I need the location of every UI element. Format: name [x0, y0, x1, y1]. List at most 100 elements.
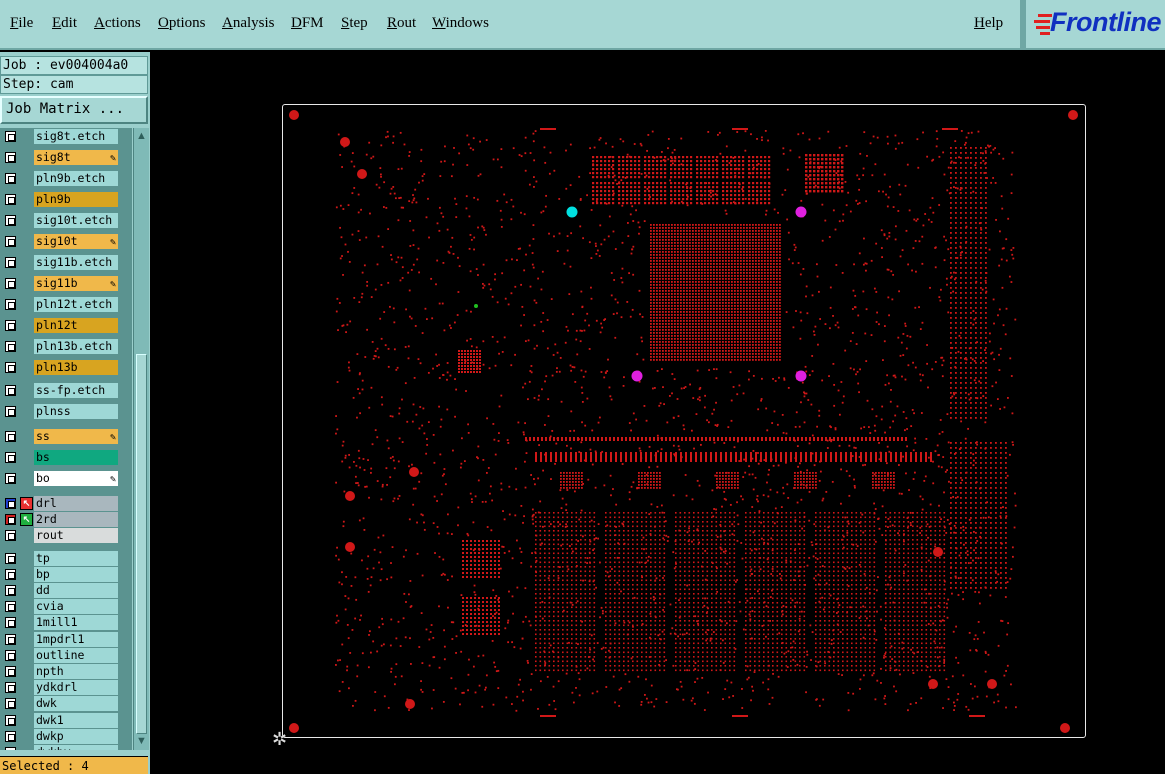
layer-checkbox[interactable]: [5, 452, 16, 463]
layer-row-pln9b[interactable]: pln9b: [0, 192, 132, 207]
layer-name[interactable]: ss-fp.etch: [34, 383, 118, 398]
layer-checkbox[interactable]: [5, 473, 16, 484]
layer-row-cvia[interactable]: cvia: [0, 599, 132, 615]
layer-checkbox[interactable]: [5, 747, 16, 750]
layer-checkbox[interactable]: [5, 152, 16, 163]
menu-analysis[interactable]: Analysis: [222, 15, 275, 32]
scroll-down-icon[interactable]: ▼: [135, 735, 148, 748]
layer-row-dd[interactable]: dd: [0, 583, 132, 598]
layer-row-plnss[interactable]: plnss: [0, 404, 132, 419]
layer-name[interactable]: npth: [34, 664, 118, 679]
layer-checkbox[interactable]: [5, 666, 16, 677]
drill-cursor-icon[interactable]: ↖: [20, 513, 33, 527]
layer-checkbox[interactable]: [5, 257, 16, 268]
menu-dfm[interactable]: DFM: [291, 15, 324, 32]
layer-name[interactable]: pln13b: [34, 360, 118, 375]
layer-checkbox[interactable]: [5, 617, 16, 629]
layer-row-2rd[interactable]: ↖ 2rd: [0, 512, 132, 528]
layer-row-rout[interactable]: rout: [0, 528, 132, 544]
layer-name[interactable]: sig8t ✎: [34, 150, 118, 165]
layer-row-pln13b[interactable]: pln13b: [0, 360, 132, 375]
layer-checkbox[interactable]: [5, 730, 16, 742]
layer-name[interactable]: pln9b.etch: [34, 171, 118, 186]
layer-checkbox[interactable]: [5, 682, 16, 694]
layer-scrollbar[interactable]: ▲ ▼: [133, 128, 149, 750]
layer-checkbox[interactable]: [5, 362, 16, 373]
layer-checkbox[interactable]: [5, 299, 16, 310]
layer-name[interactable]: pln12t.etch: [34, 297, 118, 312]
graphic-canvas[interactable]: ✲: [150, 52, 1165, 774]
menu-step[interactable]: Step: [341, 15, 368, 32]
layer-checkbox[interactable]: [5, 601, 16, 613]
layer-name[interactable]: dd: [34, 583, 118, 598]
menu-file[interactable]: File: [10, 15, 33, 32]
layer-row-dwkby[interactable]: dwkby: [0, 745, 132, 750]
layer-checkbox[interactable]: [5, 406, 16, 417]
layer-checkbox[interactable]: [5, 131, 16, 142]
layer-checkbox[interactable]: [5, 385, 16, 396]
layer-checkbox[interactable]: [5, 530, 16, 542]
layer-name[interactable]: outline: [34, 647, 118, 663]
layer-name[interactable]: 2rd: [34, 512, 118, 528]
layer-row-dwk1[interactable]: dwk1: [0, 712, 132, 728]
layer-name[interactable]: pln9b: [34, 192, 118, 207]
layer-name[interactable]: sig10t ✎: [34, 234, 118, 249]
layer-checkbox[interactable]: [5, 278, 16, 289]
pcb-board-view[interactable]: [150, 52, 1165, 774]
layer-row-ss[interactable]: ss ✎: [0, 429, 132, 444]
layer-checkbox[interactable]: [5, 498, 16, 509]
layer-checkbox[interactable]: [5, 194, 16, 205]
layer-row-1mpdrl1[interactable]: 1mpdrl1: [0, 631, 132, 647]
drill-cursor-icon[interactable]: ↖: [20, 497, 33, 510]
menu-actions[interactable]: Actions: [94, 15, 141, 32]
layer-name[interactable]: 1mill1: [34, 615, 118, 631]
layer-row-dwkp[interactable]: dwkp: [0, 728, 132, 744]
layer-name[interactable]: 1mpdrl1: [34, 631, 118, 647]
layer-name[interactable]: cvia: [34, 599, 118, 615]
layer-name[interactable]: sig10t.etch: [34, 213, 118, 228]
layer-name[interactable]: drl: [34, 496, 118, 511]
menu-options[interactable]: Options: [158, 15, 206, 32]
layer-row-bo[interactable]: bo ✎: [0, 471, 132, 486]
layer-checkbox[interactable]: [5, 341, 16, 352]
layer-row-tp[interactable]: tp: [0, 550, 132, 566]
layer-row-1mill1[interactable]: 1mill1: [0, 615, 132, 631]
layer-row-sig11b[interactable]: sig11b ✎: [0, 276, 132, 291]
layer-row-bp[interactable]: bp: [0, 566, 132, 582]
layer-row-ydkdrl[interactable]: ydkdrl: [0, 680, 132, 696]
layer-name[interactable]: sig8t.etch: [34, 129, 118, 144]
layer-row-sig10t-etch[interactable]: sig10t.etch: [0, 213, 132, 228]
scroll-up-icon[interactable]: ▲: [135, 130, 148, 143]
layer-checkbox[interactable]: [5, 714, 16, 726]
layer-row-outline[interactable]: outline: [0, 647, 132, 663]
menu-edit[interactable]: Edit: [52, 15, 77, 32]
layer-row-sig10t[interactable]: sig10t ✎: [0, 234, 132, 249]
layer-row-sig11b-etch[interactable]: sig11b.etch: [0, 255, 132, 270]
layer-name[interactable]: ss ✎: [34, 429, 118, 444]
layer-row-dwk[interactable]: dwk: [0, 696, 132, 712]
menu-windows[interactable]: Windows: [432, 15, 489, 32]
layer-checkbox[interactable]: [5, 173, 16, 184]
layer-name[interactable]: tp: [34, 550, 118, 566]
layer-name[interactable]: sig11b.etch: [34, 255, 118, 270]
layer-checkbox[interactable]: [5, 215, 16, 226]
layer-checkbox[interactable]: [5, 633, 16, 645]
layer-name[interactable]: pln12t: [34, 318, 118, 333]
layer-name[interactable]: rout: [34, 528, 118, 544]
layer-row-ss-fp-etch[interactable]: ss-fp.etch: [0, 383, 132, 398]
layer-name[interactable]: ydkdrl: [34, 680, 118, 696]
layer-row-pln12t[interactable]: pln12t: [0, 318, 132, 333]
layer-name[interactable]: dwk: [34, 696, 118, 712]
layer-row-sig8t-etch[interactable]: sig8t.etch: [0, 129, 132, 144]
layer-row-bs[interactable]: bs: [0, 450, 132, 465]
layer-name[interactable]: sig11b ✎: [34, 276, 118, 291]
layer-name[interactable]: dwk1: [34, 712, 118, 728]
layer-checkbox[interactable]: [5, 514, 16, 526]
layer-name[interactable]: bp: [34, 566, 118, 582]
layer-checkbox[interactable]: [5, 431, 16, 442]
layer-name[interactable]: bo ✎: [34, 471, 118, 486]
layer-checkbox[interactable]: [5, 698, 16, 710]
layer-checkbox[interactable]: [5, 649, 16, 661]
layer-checkbox[interactable]: [5, 552, 16, 564]
layer-row-pln9b-etch[interactable]: pln9b.etch: [0, 171, 132, 186]
